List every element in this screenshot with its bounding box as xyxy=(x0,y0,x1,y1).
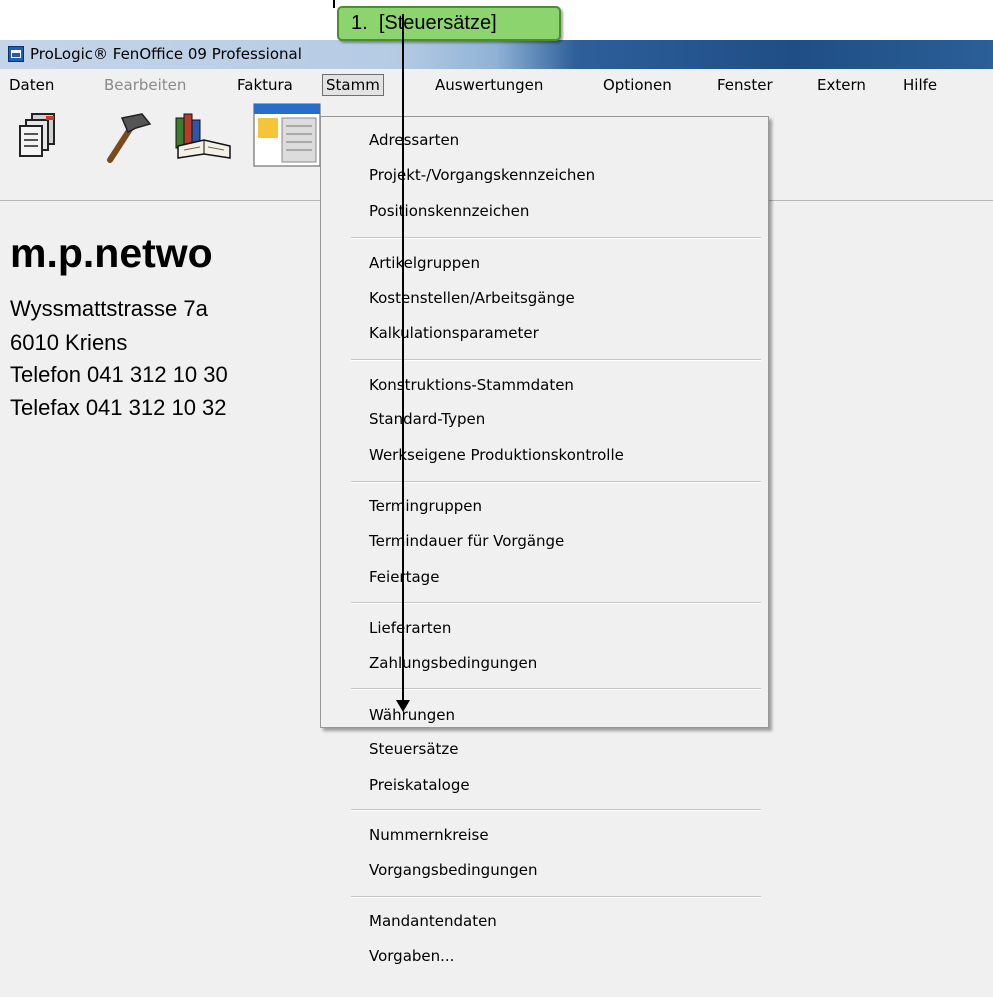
menu-auswertungen[interactable]: Auswertungen xyxy=(432,74,546,96)
app-icon xyxy=(8,46,24,62)
menu-stamm[interactable]: Stamm xyxy=(322,74,384,96)
company-city: 6010 Kriens xyxy=(10,330,128,355)
company-fax: Telefax 041 312 10 32 xyxy=(10,395,227,420)
menu-item-adressarten[interactable]: Adressarten xyxy=(369,128,459,152)
menu-bearbeiten[interactable]: Bearbeiten xyxy=(101,74,189,96)
menu-item-feiertage[interactable]: Feiertage xyxy=(369,565,439,589)
menu-item-preiskataloge[interactable]: Preiskataloge xyxy=(369,773,470,797)
menu-item-konstruktions-stammdaten[interactable]: Konstruktions-Stammdaten xyxy=(369,373,574,397)
documents-icon[interactable] xyxy=(16,112,64,160)
menu-separator xyxy=(351,481,761,483)
company-phone: Telefon 041 312 10 30 xyxy=(10,362,228,387)
menu-item-termindauer[interactable]: Termindauer für Vorgänge xyxy=(369,529,564,553)
menu-item-positionskennzeichen[interactable]: Positionskennzeichen xyxy=(369,199,529,223)
menu-item-werkseigene-produktionskontrolle[interactable]: Werkseigene Produktionskontrolle xyxy=(369,443,624,467)
pointer-arrow-line xyxy=(402,14,404,704)
menu-hilfe[interactable]: Hilfe xyxy=(900,74,940,96)
menu-separator xyxy=(351,237,761,239)
menu-item-termingruppen[interactable]: Termingruppen xyxy=(369,494,482,518)
menu-item-mandantendaten[interactable]: Mandantendaten xyxy=(369,909,497,933)
menu-item-kalkulationsparameter[interactable]: Kalkulationsparameter xyxy=(369,321,539,345)
books-icon[interactable] xyxy=(170,112,234,162)
menu-separator xyxy=(351,602,761,604)
menu-fenster[interactable]: Fenster xyxy=(714,74,776,96)
menu-item-nummernkreise[interactable]: Nummernkreise xyxy=(369,823,489,847)
menu-separator xyxy=(351,359,761,361)
menu-item-kostenstellen[interactable]: Kostenstellen/Arbeitsgänge xyxy=(369,286,575,310)
window-list-icon[interactable] xyxy=(252,102,322,168)
callout-step: 1. xyxy=(351,12,368,34)
step-callout: 1. [Steuersätze] xyxy=(337,6,561,41)
menu-item-lieferarten[interactable]: Lieferarten xyxy=(369,616,451,640)
menu-faktura[interactable]: Faktura xyxy=(234,74,296,96)
menu-separator xyxy=(351,809,761,811)
stamm-dropdown-menu: Adressarten Projekt-/Vorgangskennzeichen… xyxy=(320,116,769,965)
menu-separator xyxy=(351,688,761,690)
callout-label: [Steuersätze] xyxy=(378,12,497,34)
menu-item-waehrungen[interactable]: Währungen xyxy=(369,703,455,727)
callout-text: 1. [Steuersätze] xyxy=(351,12,497,35)
menu-optionen[interactable]: Optionen xyxy=(600,74,675,96)
menu-item-steuersaetze[interactable]: Steuersätze xyxy=(369,737,459,761)
menu-extern[interactable]: Extern xyxy=(814,74,869,96)
menu-item-standard-typen[interactable]: Standard-Typen xyxy=(369,407,485,431)
menu-item-artikelgruppen[interactable]: Artikelgruppen xyxy=(369,251,480,275)
menu-daten[interactable]: Daten xyxy=(6,74,57,96)
menu-bar: Daten Bearbeiten Faktura Stamm Auswertun… xyxy=(0,69,993,99)
window-title: ProLogic® FenOffice 09 Professional xyxy=(30,45,302,63)
company-street: Wyssmattstrasse 7a xyxy=(10,296,208,321)
hammer-icon[interactable] xyxy=(96,112,152,164)
menu-item-vorgaben[interactable]: Vorgaben... xyxy=(369,944,454,968)
pointer-arrow-head xyxy=(396,700,410,712)
callout-connector xyxy=(333,0,335,8)
menu-item-vorgangsbedingungen[interactable]: Vorgangsbedingungen xyxy=(369,858,537,882)
company-name: m.p.netwo xyxy=(10,230,213,276)
menu-separator xyxy=(351,896,761,898)
title-bar: ProLogic® FenOffice 09 Professional xyxy=(0,40,993,69)
menu-item-zahlungsbedingungen[interactable]: Zahlungsbedingungen xyxy=(369,651,537,675)
